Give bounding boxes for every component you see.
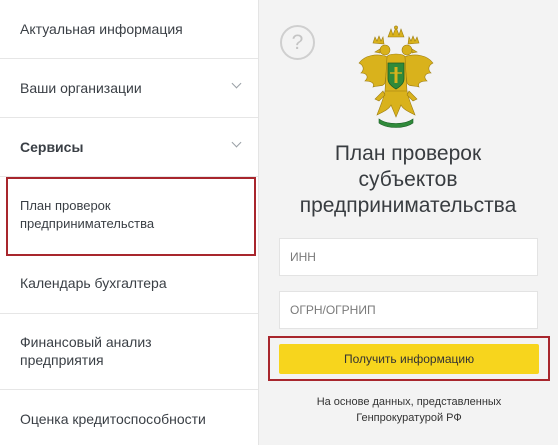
sidebar-item-services[interactable]: Сервисы bbox=[0, 118, 258, 177]
sidebar-item-label: Ваши организации bbox=[20, 80, 142, 96]
sidebar-item-your-organizations[interactable]: Ваши организации bbox=[0, 59, 258, 118]
sidebar-item-label: Календарь бухгалтера bbox=[20, 275, 167, 291]
sidebar-item-credit-assessment[interactable]: Оценка кредитоспособности bbox=[0, 390, 258, 448]
inn-input[interactable] bbox=[279, 238, 538, 276]
chevron-down-icon bbox=[231, 137, 242, 148]
get-info-button[interactable]: Получить информацию bbox=[279, 344, 539, 374]
chevron-down-icon bbox=[231, 78, 242, 89]
title-line-3: предпринимательства bbox=[299, 194, 517, 217]
sidebar: Актуальная информация Ваши организации С… bbox=[0, 0, 259, 445]
sidebar-item-accountant-calendar[interactable]: Календарь бухгалтера bbox=[0, 256, 258, 314]
sidebar-item-current-info[interactable]: Актуальная информация bbox=[0, 0, 258, 59]
title-line-2: субъектов bbox=[358, 168, 458, 191]
page-title: План проверок субъектов предпринимательс… bbox=[278, 141, 538, 219]
source-footnote: На основе данных, представленных Генпрок… bbox=[268, 394, 550, 426]
help-icon[interactable]: ? bbox=[280, 25, 315, 60]
sidebar-item-label-line1: Финансовый анализ bbox=[20, 334, 152, 350]
sidebar-item-label: Актуальная информация bbox=[20, 21, 183, 37]
footnote-line-2: Генпрокуратурой РФ bbox=[356, 412, 462, 424]
sidebar-item-financial-analysis[interactable]: Финансовый анализ предприятия bbox=[0, 314, 258, 390]
sidebar-item-label: Оценка кредитоспособности bbox=[20, 411, 206, 427]
ogrn-input[interactable] bbox=[279, 291, 538, 329]
sidebar-item-label: Сервисы bbox=[20, 139, 84, 155]
footnote-line-1: На основе данных, представленных bbox=[316, 396, 502, 408]
sidebar-item-label-line2: предприятия bbox=[20, 352, 104, 368]
title-line-1: План проверок bbox=[334, 142, 482, 165]
emblem-icon bbox=[358, 25, 434, 128]
selected-item-highlight bbox=[6, 177, 256, 256]
